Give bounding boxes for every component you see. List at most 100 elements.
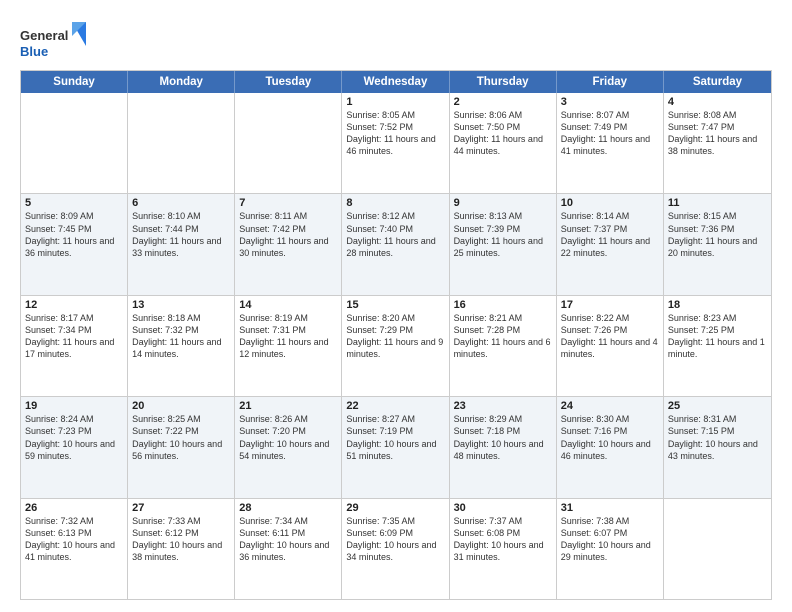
cal-cell: 28Sunrise: 7:34 AM Sunset: 6:11 PM Dayli…	[235, 499, 342, 599]
day-number: 4	[668, 96, 767, 108]
cell-info: Sunrise: 7:34 AM Sunset: 6:11 PM Dayligh…	[239, 515, 337, 564]
day-header-sunday: Sunday	[21, 71, 128, 93]
calendar-body: 1Sunrise: 8:05 AM Sunset: 7:52 PM Daylig…	[21, 93, 771, 599]
header: General Blue	[20, 18, 772, 62]
svg-text:General: General	[20, 28, 68, 43]
day-number: 2	[454, 96, 552, 108]
cal-cell: 5Sunrise: 8:09 AM Sunset: 7:45 PM Daylig…	[21, 194, 128, 294]
cell-info: Sunrise: 8:12 AM Sunset: 7:40 PM Dayligh…	[346, 210, 444, 259]
day-number: 26	[25, 502, 123, 514]
cell-info: Sunrise: 8:27 AM Sunset: 7:19 PM Dayligh…	[346, 413, 444, 462]
day-number: 19	[25, 400, 123, 412]
day-number: 30	[454, 502, 552, 514]
cell-info: Sunrise: 8:29 AM Sunset: 7:18 PM Dayligh…	[454, 413, 552, 462]
day-number: 11	[668, 197, 767, 209]
day-number: 29	[346, 502, 444, 514]
cell-info: Sunrise: 8:24 AM Sunset: 7:23 PM Dayligh…	[25, 413, 123, 462]
cal-cell: 3Sunrise: 8:07 AM Sunset: 7:49 PM Daylig…	[557, 93, 664, 193]
day-number: 3	[561, 96, 659, 108]
day-number: 25	[668, 400, 767, 412]
day-number: 7	[239, 197, 337, 209]
day-number: 28	[239, 502, 337, 514]
cal-cell: 9Sunrise: 8:13 AM Sunset: 7:39 PM Daylig…	[450, 194, 557, 294]
cal-cell: 27Sunrise: 7:33 AM Sunset: 6:12 PM Dayli…	[128, 499, 235, 599]
day-number: 5	[25, 197, 123, 209]
cal-cell	[21, 93, 128, 193]
cal-cell: 14Sunrise: 8:19 AM Sunset: 7:31 PM Dayli…	[235, 296, 342, 396]
cal-cell: 24Sunrise: 8:30 AM Sunset: 7:16 PM Dayli…	[557, 397, 664, 497]
calendar: SundayMondayTuesdayWednesdayThursdayFrid…	[20, 70, 772, 600]
cal-cell: 17Sunrise: 8:22 AM Sunset: 7:26 PM Dayli…	[557, 296, 664, 396]
cal-cell: 18Sunrise: 8:23 AM Sunset: 7:25 PM Dayli…	[664, 296, 771, 396]
day-number: 27	[132, 502, 230, 514]
day-number: 8	[346, 197, 444, 209]
day-number: 21	[239, 400, 337, 412]
cal-cell: 12Sunrise: 8:17 AM Sunset: 7:34 PM Dayli…	[21, 296, 128, 396]
day-number: 18	[668, 299, 767, 311]
cell-info: Sunrise: 7:33 AM Sunset: 6:12 PM Dayligh…	[132, 515, 230, 564]
cal-cell: 31Sunrise: 7:38 AM Sunset: 6:07 PM Dayli…	[557, 499, 664, 599]
day-header-monday: Monday	[128, 71, 235, 93]
cal-cell: 25Sunrise: 8:31 AM Sunset: 7:15 PM Dayli…	[664, 397, 771, 497]
cell-info: Sunrise: 8:15 AM Sunset: 7:36 PM Dayligh…	[668, 210, 767, 259]
cal-cell: 13Sunrise: 8:18 AM Sunset: 7:32 PM Dayli…	[128, 296, 235, 396]
cell-info: Sunrise: 7:37 AM Sunset: 6:08 PM Dayligh…	[454, 515, 552, 564]
cell-info: Sunrise: 8:22 AM Sunset: 7:26 PM Dayligh…	[561, 312, 659, 361]
cell-info: Sunrise: 8:07 AM Sunset: 7:49 PM Dayligh…	[561, 109, 659, 158]
cell-info: Sunrise: 8:11 AM Sunset: 7:42 PM Dayligh…	[239, 210, 337, 259]
day-number: 12	[25, 299, 123, 311]
cal-cell	[128, 93, 235, 193]
cell-info: Sunrise: 8:17 AM Sunset: 7:34 PM Dayligh…	[25, 312, 123, 361]
cell-info: Sunrise: 8:21 AM Sunset: 7:28 PM Dayligh…	[454, 312, 552, 361]
cal-cell: 4Sunrise: 8:08 AM Sunset: 7:47 PM Daylig…	[664, 93, 771, 193]
cal-cell: 30Sunrise: 7:37 AM Sunset: 6:08 PM Dayli…	[450, 499, 557, 599]
day-number: 24	[561, 400, 659, 412]
cal-cell: 6Sunrise: 8:10 AM Sunset: 7:44 PM Daylig…	[128, 194, 235, 294]
cal-cell: 8Sunrise: 8:12 AM Sunset: 7:40 PM Daylig…	[342, 194, 449, 294]
day-number: 22	[346, 400, 444, 412]
day-number: 17	[561, 299, 659, 311]
cell-info: Sunrise: 8:09 AM Sunset: 7:45 PM Dayligh…	[25, 210, 123, 259]
cell-info: Sunrise: 7:38 AM Sunset: 6:07 PM Dayligh…	[561, 515, 659, 564]
cell-info: Sunrise: 8:13 AM Sunset: 7:39 PM Dayligh…	[454, 210, 552, 259]
day-number: 31	[561, 502, 659, 514]
cal-cell: 11Sunrise: 8:15 AM Sunset: 7:36 PM Dayli…	[664, 194, 771, 294]
day-number: 10	[561, 197, 659, 209]
day-number: 9	[454, 197, 552, 209]
day-header-wednesday: Wednesday	[342, 71, 449, 93]
cal-cell	[664, 499, 771, 599]
cell-info: Sunrise: 8:25 AM Sunset: 7:22 PM Dayligh…	[132, 413, 230, 462]
day-header-thursday: Thursday	[450, 71, 557, 93]
cal-cell: 15Sunrise: 8:20 AM Sunset: 7:29 PM Dayli…	[342, 296, 449, 396]
day-number: 13	[132, 299, 230, 311]
cal-cell: 1Sunrise: 8:05 AM Sunset: 7:52 PM Daylig…	[342, 93, 449, 193]
cal-cell: 2Sunrise: 8:06 AM Sunset: 7:50 PM Daylig…	[450, 93, 557, 193]
cell-info: Sunrise: 8:19 AM Sunset: 7:31 PM Dayligh…	[239, 312, 337, 361]
calendar-header: SundayMondayTuesdayWednesdayThursdayFrid…	[21, 71, 771, 93]
cell-info: Sunrise: 8:26 AM Sunset: 7:20 PM Dayligh…	[239, 413, 337, 462]
cell-info: Sunrise: 8:08 AM Sunset: 7:47 PM Dayligh…	[668, 109, 767, 158]
calendar-row-1: 1Sunrise: 8:05 AM Sunset: 7:52 PM Daylig…	[21, 93, 771, 193]
calendar-row-2: 5Sunrise: 8:09 AM Sunset: 7:45 PM Daylig…	[21, 193, 771, 294]
cell-info: Sunrise: 8:14 AM Sunset: 7:37 PM Dayligh…	[561, 210, 659, 259]
cal-cell: 16Sunrise: 8:21 AM Sunset: 7:28 PM Dayli…	[450, 296, 557, 396]
cell-info: Sunrise: 8:06 AM Sunset: 7:50 PM Dayligh…	[454, 109, 552, 158]
cal-cell	[235, 93, 342, 193]
cell-info: Sunrise: 7:32 AM Sunset: 6:13 PM Dayligh…	[25, 515, 123, 564]
cell-info: Sunrise: 8:05 AM Sunset: 7:52 PM Dayligh…	[346, 109, 444, 158]
cal-cell: 22Sunrise: 8:27 AM Sunset: 7:19 PM Dayli…	[342, 397, 449, 497]
page: General Blue SundayMondayTuesdayWednesda…	[0, 0, 792, 612]
day-header-saturday: Saturday	[664, 71, 771, 93]
day-number: 15	[346, 299, 444, 311]
cell-info: Sunrise: 8:31 AM Sunset: 7:15 PM Dayligh…	[668, 413, 767, 462]
cell-info: Sunrise: 7:35 AM Sunset: 6:09 PM Dayligh…	[346, 515, 444, 564]
calendar-row-4: 19Sunrise: 8:24 AM Sunset: 7:23 PM Dayli…	[21, 396, 771, 497]
calendar-row-5: 26Sunrise: 7:32 AM Sunset: 6:13 PM Dayli…	[21, 498, 771, 599]
calendar-row-3: 12Sunrise: 8:17 AM Sunset: 7:34 PM Dayli…	[21, 295, 771, 396]
cal-cell: 10Sunrise: 8:14 AM Sunset: 7:37 PM Dayli…	[557, 194, 664, 294]
cell-info: Sunrise: 8:23 AM Sunset: 7:25 PM Dayligh…	[668, 312, 767, 361]
day-number: 20	[132, 400, 230, 412]
cal-cell: 23Sunrise: 8:29 AM Sunset: 7:18 PM Dayli…	[450, 397, 557, 497]
logo-svg: General Blue	[20, 18, 90, 62]
cell-info: Sunrise: 8:18 AM Sunset: 7:32 PM Dayligh…	[132, 312, 230, 361]
